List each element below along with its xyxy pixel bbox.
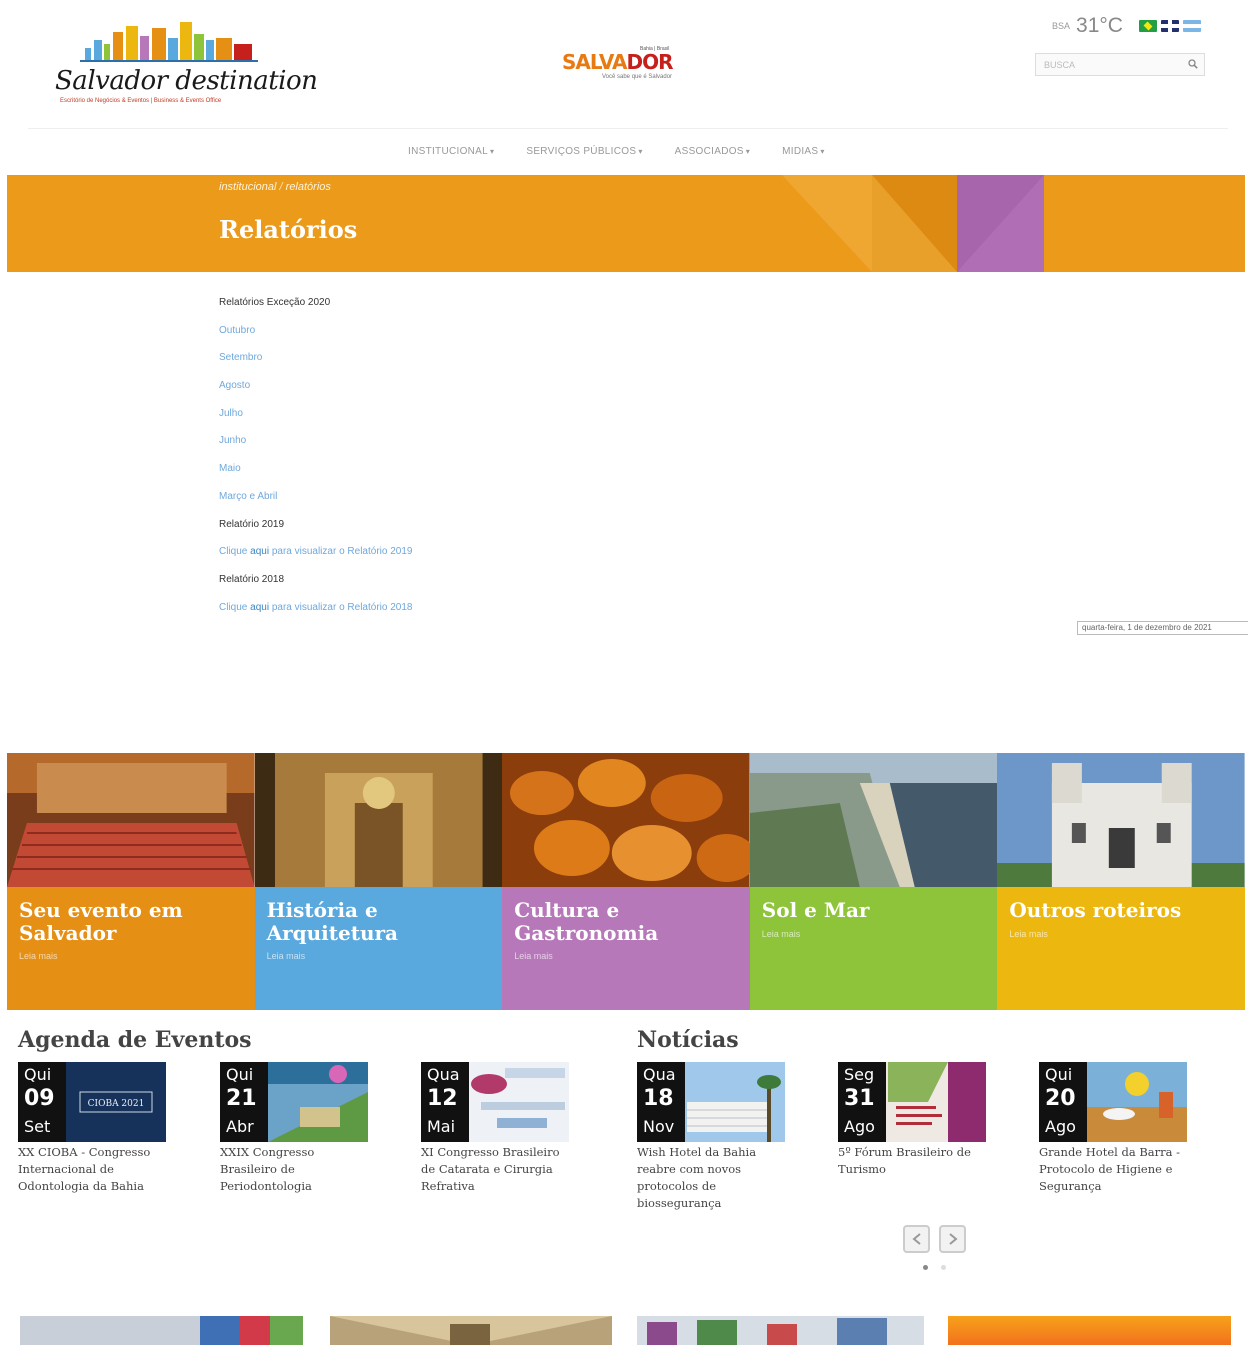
chevron-down-icon: ▾ xyxy=(745,147,751,156)
report-link-outubro[interactable]: Outubro xyxy=(219,324,412,352)
current-date: quarta-feira, 1 de dezembro de 2021 xyxy=(1077,621,1248,635)
weather-temp: 31°C xyxy=(1076,14,1123,37)
chevron-right-icon xyxy=(949,1233,958,1245)
search-icon[interactable] xyxy=(1188,59,1198,69)
bottom-image-2[interactable] xyxy=(330,1316,612,1345)
report-link-marco-abril[interactable]: Março e Abril xyxy=(219,490,412,518)
report-link-junho[interactable]: Junho xyxy=(219,434,412,462)
bottom-image-3[interactable] xyxy=(637,1316,924,1345)
weather-city: BSA xyxy=(1052,21,1071,31)
spanish-flag-icon[interactable] xyxy=(1182,20,1201,32)
page-title: Relatórios xyxy=(219,215,358,244)
news-title-text[interactable]: Wish Hotel da Bahia reabre com novos pro… xyxy=(637,1144,787,1212)
date-badge: Qua 12 Mai xyxy=(421,1062,469,1142)
tile-title: Cultura e Gastronomia xyxy=(514,898,659,945)
news-title-text[interactable]: 5º Fórum Brasileiro de Turismo xyxy=(838,1144,988,1178)
search-box xyxy=(1035,53,1205,76)
tile-read-more[interactable]: Leia mais xyxy=(267,951,306,961)
weather-widget: BSA 31°C xyxy=(1052,14,1201,38)
report-2019-link[interactable]: Clique aqui para visualizar o Relatório … xyxy=(219,545,412,573)
date-badge: Seg 31 Ago xyxy=(838,1062,886,1142)
tile-read-more[interactable]: Leia mais xyxy=(762,929,801,939)
tile-read-more[interactable]: Leia mais xyxy=(514,951,553,961)
brazil-flag-icon[interactable] xyxy=(1138,20,1157,32)
nav-associados[interactable]: ASSOCIADOS ▾ xyxy=(675,146,750,157)
tile-seu-evento[interactable]: Seu evento em Salvador Leia mais xyxy=(7,753,255,1010)
tile-historia-arquitetura[interactable]: História e Arquitetura Leia mais xyxy=(254,753,503,1010)
uk-flag-icon[interactable] xyxy=(1160,20,1179,32)
salvador-destination-logo[interactable]: Salvador destination Escritório de Negóc… xyxy=(55,18,318,113)
bottom-image-4[interactable] xyxy=(948,1316,1231,1345)
date-badge: Qua 18 Nov xyxy=(637,1062,685,1142)
date-badge: Qui 09 Set xyxy=(18,1062,66,1142)
page-banner: institucional / relatórios Relatórios xyxy=(7,175,1245,272)
event-title[interactable]: XI Congresso Brasileiro de Catarata e Ci… xyxy=(421,1144,571,1195)
tile-outros-roteiros[interactable]: Outros roteiros Leia mais xyxy=(997,753,1245,1010)
food-image xyxy=(502,753,750,887)
auditorium-image xyxy=(7,753,255,887)
category-tiles: Seu evento em Salvador Leia mais Históri… xyxy=(7,753,1245,1010)
nav-institucional[interactable]: INSTITUCIONAL ▾ xyxy=(408,146,494,157)
tile-cultura-gastronomia[interactable]: Cultura e Gastronomia Leia mais xyxy=(502,753,750,1010)
header-divider xyxy=(28,128,1228,129)
reports-2020-heading: Relatórios Exceção 2020 xyxy=(219,297,331,308)
logo-subtitle: Escritório de Negócios & Eventos | Busin… xyxy=(60,98,222,104)
date-badge: Qui 21 Abr xyxy=(220,1062,268,1142)
report-link-agosto[interactable]: Agosto xyxy=(219,379,412,407)
report-link-julho[interactable]: Julho xyxy=(219,407,412,435)
report-link-maio[interactable]: Maio xyxy=(219,462,412,490)
salvador-city-logo[interactable]: Bahia | Brasil SALVADOR Você sabe que é … xyxy=(562,42,692,87)
search-input[interactable] xyxy=(1036,54,1176,75)
tile-read-more[interactable]: Leia mais xyxy=(1009,929,1048,939)
chevron-down-icon: ▾ xyxy=(638,147,643,156)
carousel-prev-button[interactable] xyxy=(903,1225,930,1253)
main-nav: INSTITUCIONAL ▾ SERVIÇOS PÚBLICOS ▾ ASSOCI… xyxy=(408,146,825,157)
tile-title: Seu evento em Salvador xyxy=(19,898,183,945)
svg-text:CIOBA 2021: CIOBA 2021 xyxy=(88,1099,145,1109)
chevron-left-icon xyxy=(912,1233,921,1245)
report-2018-link[interactable]: Clique aqui para visualizar o Relatório … xyxy=(219,601,412,629)
breadcrumb-institucional[interactable]: institucional xyxy=(219,181,276,193)
reports-2018-heading: Relatório 2018 xyxy=(219,573,285,585)
event-title[interactable]: XXIX Congresso Brasileiro de Periodontol… xyxy=(220,1144,370,1195)
tile-title: História e Arquitetura xyxy=(266,898,399,945)
church-interior-image xyxy=(254,753,503,887)
breadcrumb: institucional / relatórios xyxy=(219,181,331,193)
tile-title: Outros roteiros xyxy=(1009,898,1182,922)
event-title[interactable]: XX CIOBA - Congresso Internacional de Od… xyxy=(18,1144,168,1195)
banner-decoration xyxy=(782,175,1044,272)
chevron-down-icon: ▾ xyxy=(820,147,825,156)
church-facade-image xyxy=(997,753,1245,887)
nav-servicos-publicos[interactable]: SERVIÇOS PÚBLICOS ▾ xyxy=(526,146,642,157)
center-logo-word: SALVADOR xyxy=(562,50,674,74)
center-logo-tagline: Você sabe que é Salvador xyxy=(602,74,673,80)
news-title: Notícias xyxy=(637,1027,739,1053)
bottom-image-1[interactable] xyxy=(20,1316,303,1345)
tile-read-more[interactable]: Leia mais xyxy=(19,951,58,961)
carousel-dot[interactable] xyxy=(941,1265,946,1270)
tile-title: Sol e Mar xyxy=(761,898,870,922)
language-flags xyxy=(1138,20,1201,32)
tile-sol-mar[interactable]: Sol e Mar Leia mais xyxy=(749,753,998,1010)
reports-2019-heading: Relatório 2019 xyxy=(219,518,285,530)
carousel-next-button[interactable] xyxy=(939,1225,966,1253)
agenda-title: Agenda de Eventos xyxy=(18,1027,252,1053)
breadcrumb-relatorios[interactable]: relatórios xyxy=(286,181,331,193)
coastline-image xyxy=(749,753,998,887)
report-link-setembro[interactable]: Setembro xyxy=(219,351,412,379)
reports-list: Relatórios Exceção 2020 Outubro Setembro… xyxy=(219,296,412,628)
date-badge: Qui 20 Ago xyxy=(1039,1062,1087,1142)
news-title-text[interactable]: Grande Hotel da Barra - Protocolo de Hig… xyxy=(1039,1144,1189,1195)
carousel-dot-active[interactable] xyxy=(923,1265,928,1270)
skyline-logo-icon xyxy=(80,22,258,62)
nav-midias[interactable]: MIDIAS ▾ xyxy=(782,146,825,157)
chevron-down-icon: ▾ xyxy=(490,147,495,156)
logo-text: Salvador destination xyxy=(55,66,318,96)
